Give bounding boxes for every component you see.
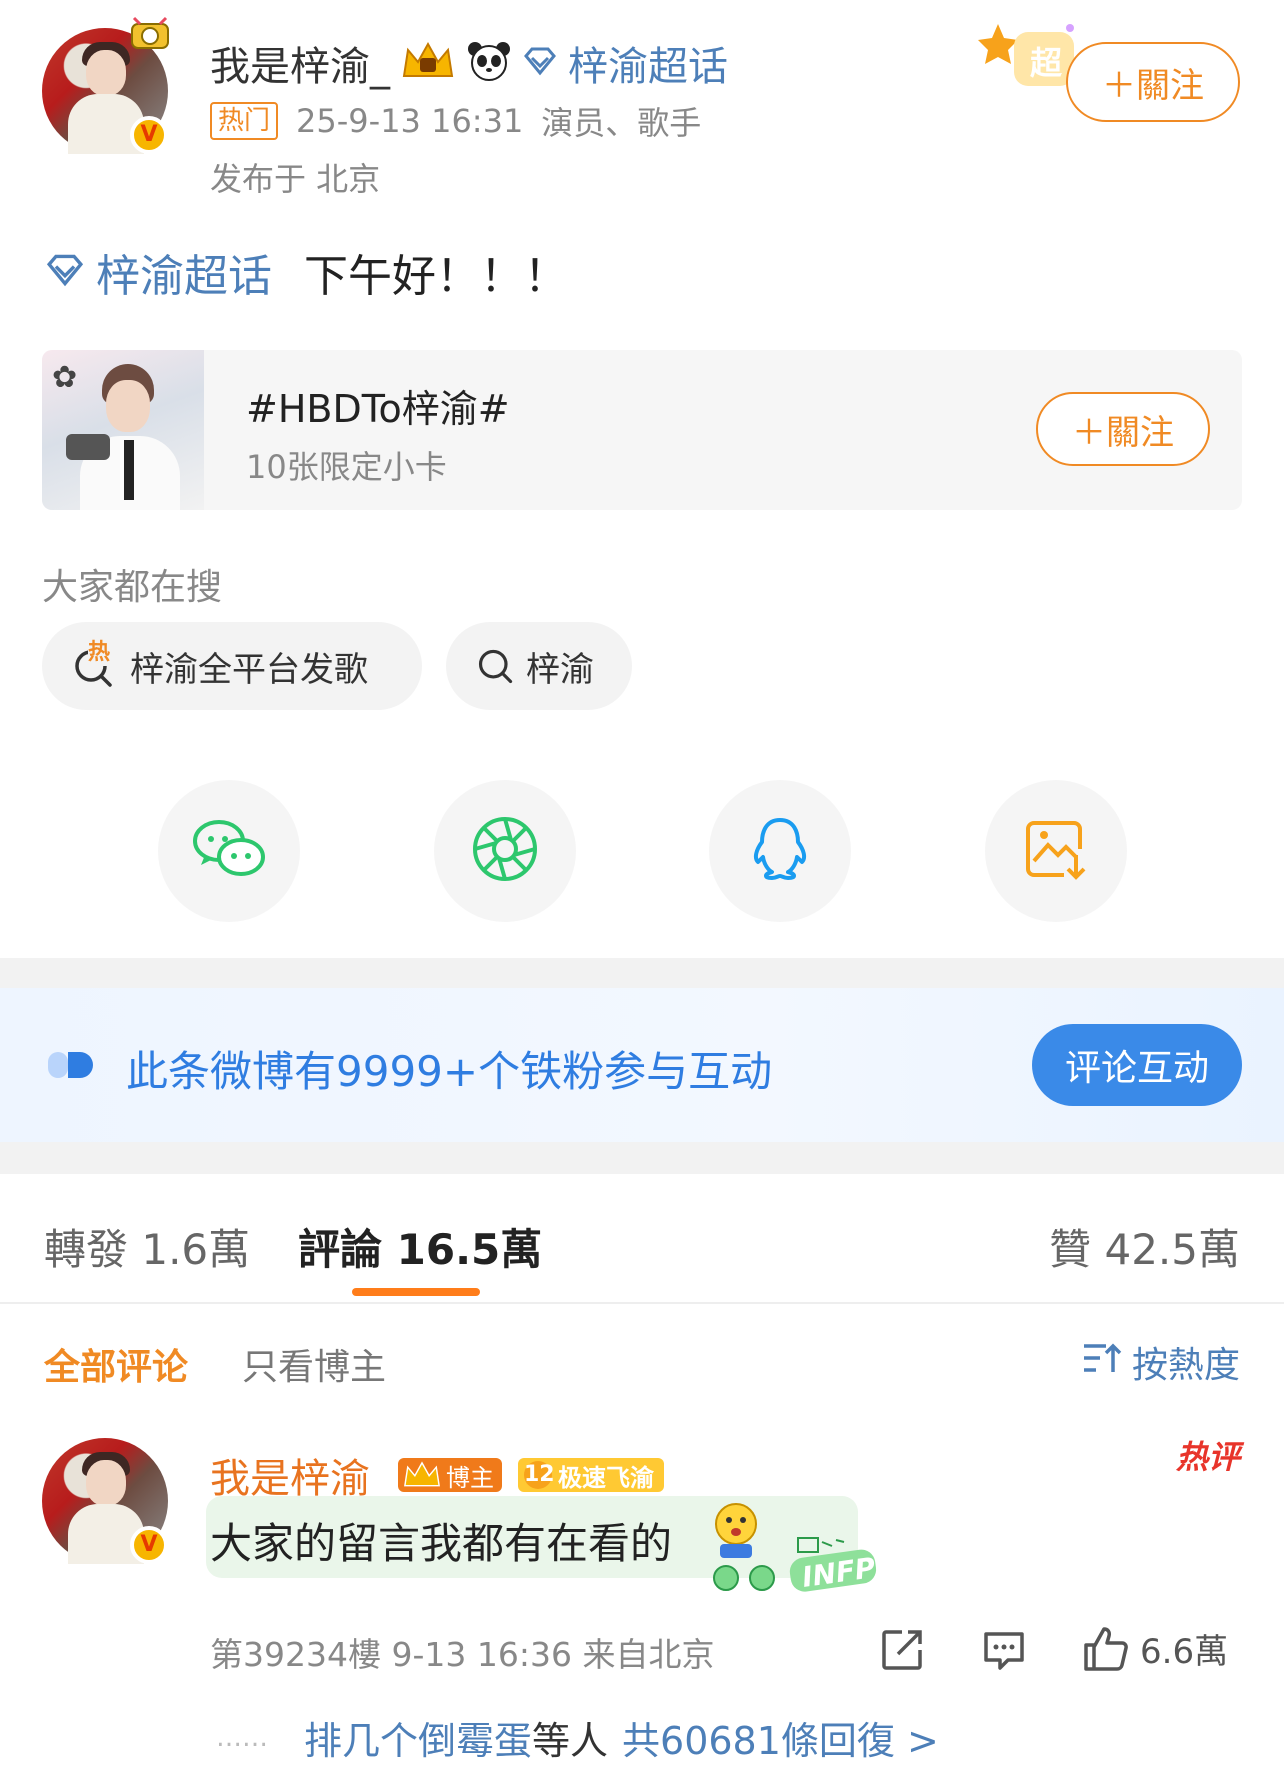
- avatar-pendant-icon: [128, 12, 172, 56]
- search-chip-label: 梓渝: [526, 649, 594, 690]
- save-image-button[interactable]: [985, 780, 1127, 922]
- topic-card-thumbnail: ✿: [42, 350, 204, 510]
- fans-arrow-icon: [46, 1048, 100, 1086]
- search-chip[interactable]: 梓渝: [446, 622, 632, 710]
- crown-badge-icon: [400, 40, 456, 86]
- tab-comments[interactable]: 評論 16.5萬: [298, 1216, 542, 1277]
- search-heading: 大家都在搜: [42, 567, 223, 608]
- filter-all-comments[interactable]: 全部评论: [44, 1338, 188, 1390]
- follow-topic-button[interactable]: ＋關注: [1036, 392, 1210, 466]
- verified-v-icon: V: [130, 116, 168, 154]
- body-topic-diamond-icon: [44, 247, 86, 298]
- post-author-row: 我是梓渝_ 梓渝超话: [210, 34, 728, 92]
- super-topic-link[interactable]: 梓渝超话: [568, 34, 728, 92]
- infp-sticker-icon: INFP: [710, 1534, 880, 1594]
- share-moments-button[interactable]: [434, 780, 576, 922]
- share-icon: [882, 1630, 922, 1670]
- tabs-divider: [0, 1302, 1284, 1304]
- qq-icon: [750, 816, 810, 886]
- section-divider: [0, 1142, 1284, 1174]
- hot-tag: 热门: [210, 102, 279, 140]
- comment-text: 大家的留言我都有在看的: [210, 1519, 673, 1568]
- super-badge-text: 超: [1030, 44, 1063, 82]
- body-topic-link[interactable]: 梓渝超话: [96, 240, 272, 304]
- comment-reply-button[interactable]: [982, 1628, 1026, 1676]
- body-text: 下午好！！！: [304, 251, 568, 302]
- share-qq-button[interactable]: [709, 780, 851, 922]
- fans-banner-text: 此条微博有9999+个铁粉参与互动: [126, 1047, 773, 1096]
- post-meta-row: 热门 25-9-13 16:31 演员、歌手: [210, 98, 701, 144]
- super-topic-diamond-icon: [522, 46, 558, 80]
- blogger-badge: 博主: [398, 1458, 502, 1492]
- fan-level-badge: 12 极速飞渝: [518, 1458, 664, 1492]
- post-location: 发布于 北京: [210, 160, 381, 198]
- follow-author-button[interactable]: ＋關注: [1066, 42, 1240, 122]
- post-body: 梓渝超话 下午好！！！: [44, 240, 568, 304]
- topic-card[interactable]: ✿ #HBDTo梓渝# 10张限定小卡 ＋關注: [42, 350, 1242, 510]
- active-tab-indicator: [352, 1288, 480, 1296]
- view-replies-link[interactable]: 共60681條回復 >: [622, 1710, 939, 1765]
- tab-reposts[interactable]: 轉發 1.6萬: [44, 1216, 250, 1277]
- panda-icon: [466, 40, 512, 86]
- comment-floor-meta: 第39234樓 9-13 16:36 来自北京: [210, 1635, 715, 1674]
- reply-names[interactable]: 排几个倒霉蛋: [304, 1710, 532, 1765]
- hot-search-icon: 热: [72, 634, 116, 688]
- sort-label: 按熱度: [1131, 1345, 1240, 1386]
- topic-card-subtitle: 10张限定小卡: [246, 448, 447, 486]
- moments-icon: [471, 815, 539, 887]
- topic-card-title: #HBDTo梓渝#: [246, 387, 510, 431]
- comment-icon: [984, 1632, 1024, 1670]
- sort-icon: [1082, 1340, 1122, 1385]
- super-fan-badge-icon: 超: [978, 14, 1078, 94]
- comment-interact-button[interactable]: 评论互动: [1032, 1024, 1242, 1106]
- thumbs-up-icon: [1084, 1626, 1128, 1671]
- post-author-name[interactable]: 我是梓渝_: [210, 34, 390, 92]
- search-icon: [476, 646, 516, 686]
- fans-banner[interactable]: 此条微博有9999+个铁粉参与互动 评论互动: [0, 988, 1284, 1142]
- comment-like-button[interactable]: 6.6萬: [1082, 1624, 1228, 1673]
- filter-author-only[interactable]: 只看博主: [242, 1338, 386, 1390]
- author-role: 演员、歌手: [541, 104, 702, 142]
- search-chip-hot[interactable]: 热 梓渝全平台发歌: [42, 622, 422, 710]
- wechat-icon: [191, 817, 267, 885]
- search-chip-label: 梓渝全平台发歌: [130, 649, 368, 690]
- hot-comment-label: 热评: [1175, 1438, 1240, 1476]
- crown-icon: [404, 1461, 440, 1487]
- tab-likes[interactable]: 贊 42.5萬: [1049, 1216, 1240, 1277]
- comment-author-avatar[interactable]: V: [42, 1438, 168, 1564]
- reply-summary[interactable]: …… 排几个倒霉蛋 等人 共60681條回復 >: [216, 1710, 939, 1765]
- section-divider: [0, 958, 1284, 988]
- avatar-face: [86, 50, 126, 96]
- share-wechat-button[interactable]: [158, 780, 300, 922]
- author-avatar[interactable]: V: [42, 16, 169, 154]
- post-timestamp: 25-9-13 16:31: [296, 102, 524, 140]
- save-image-icon: [1024, 817, 1088, 885]
- sort-by-hot-button[interactable]: 按熱度: [1082, 1336, 1240, 1388]
- verified-v-icon: V: [130, 1526, 168, 1564]
- like-count: 6.6萬: [1140, 1632, 1229, 1672]
- comment-repost-button[interactable]: [880, 1628, 924, 1676]
